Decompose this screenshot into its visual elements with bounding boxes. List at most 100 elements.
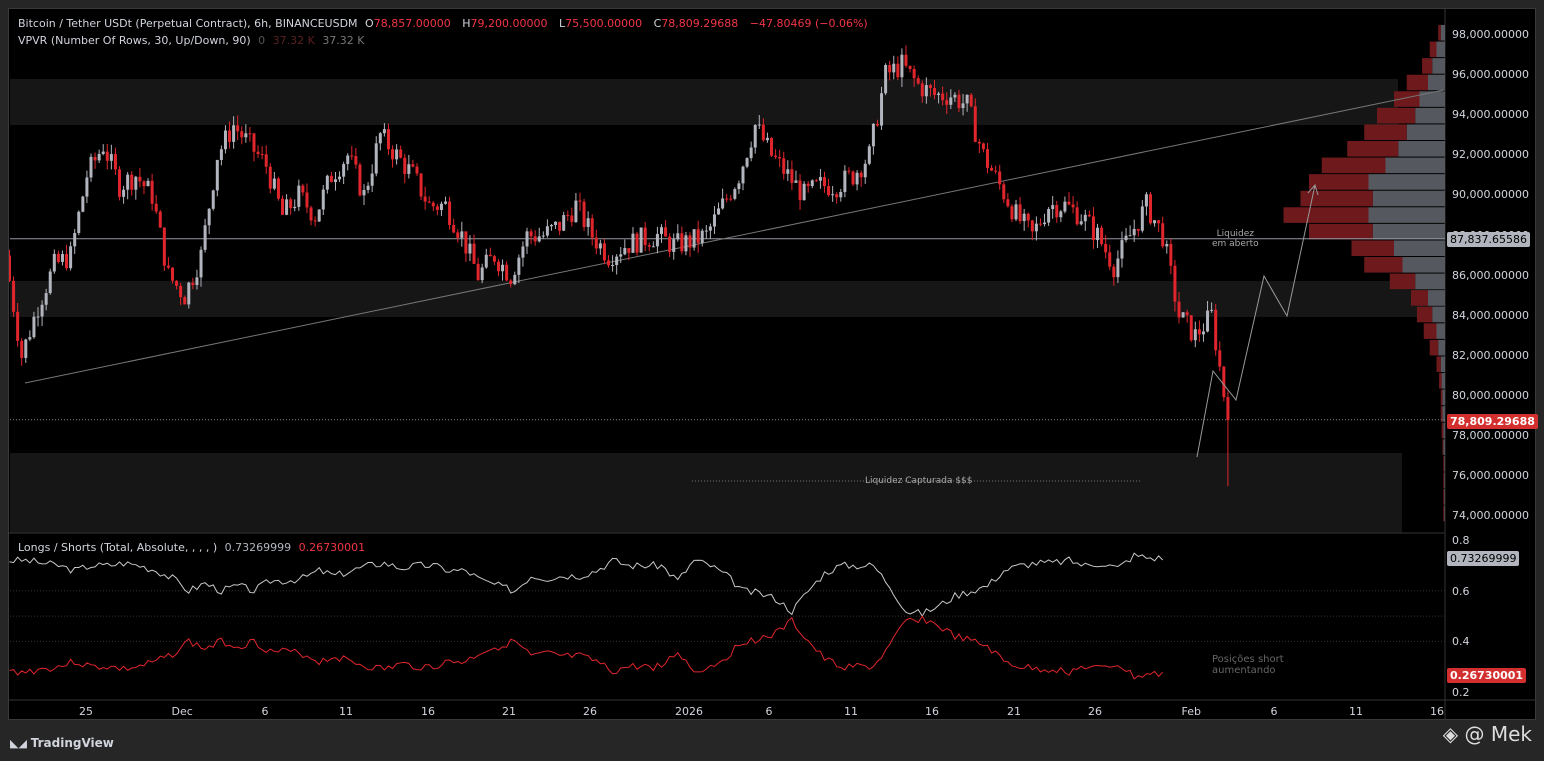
vpvr-down-bar [1309,174,1369,190]
candle-body [1030,220,1034,232]
candle-body [370,173,374,186]
price-tick: 76,000.00000 [1452,469,1529,483]
vpvr-up-bar [1402,257,1445,273]
longs-value: 0.73269999 [224,541,292,554]
candle-body [329,175,333,183]
candle-body [839,192,843,198]
candle-body [1157,220,1161,224]
candle-body [187,282,191,305]
candle-body [386,129,390,150]
candle-body [77,211,81,234]
vpvr-down-bar [1441,422,1444,439]
vpvr-up-bar [1419,91,1445,107]
price-tick: 82,000.00000 [1452,348,1529,362]
candle-body [460,231,464,238]
candle-body [774,155,778,158]
candle-body [435,206,439,211]
candle-body [953,94,957,98]
candle-body [700,230,704,243]
candle-body [928,85,932,89]
candle-body [170,267,174,281]
candle-body [1222,366,1226,398]
candle-body [549,224,553,227]
candle-body [941,93,945,101]
candle-body [452,224,456,233]
candle-body [1014,204,1018,220]
candle-body [268,166,272,189]
candle-body [492,256,496,262]
vpvr-down-bar [1438,24,1441,41]
candle-body [541,235,545,237]
candle-body [126,174,130,190]
candle-body [16,311,20,341]
candle-body [513,274,517,285]
candle-body [484,254,488,268]
candle-body [1206,310,1210,332]
candle-body [350,155,354,157]
vpvr-title[interactable]: VPVR (Number Of Rows, 30, Up/Down, 90) [18,34,251,47]
candle-body [183,297,187,305]
candle-body [48,271,52,294]
candle-body [937,93,941,96]
candle-body [517,257,521,275]
vpvr-up-bar [1444,489,1445,505]
candle-body [122,189,126,197]
candle-body [146,180,150,187]
symbol-title[interactable]: Bitcoin / Tether USDt (Perpetual Contrac… [18,17,358,30]
candle-body [264,154,268,167]
candle-body [1043,222,1047,225]
chart-panel[interactable] [8,8,1537,721]
candle-body [1006,199,1010,207]
vpvr-up-bar [1372,223,1445,240]
candle-body [1055,205,1059,218]
indicator-tick: 0.4 [1452,635,1470,649]
candle-body [847,170,851,172]
vpvr-down-bar [1436,356,1441,373]
price-tick: 80,000.00000 [1452,388,1529,402]
vpvr-down-bar [1411,290,1428,306]
vpvr-up-bar [1432,58,1445,74]
vpvr-up-bar [1443,439,1445,455]
candle-body [65,253,69,269]
candle-body [1144,194,1148,207]
time-tick: 2026 [675,705,703,718]
open-value: 78,857.00000 [373,17,451,30]
candle-body [1108,252,1112,267]
chart-canvas[interactable] [9,9,1537,721]
candle-body [790,169,794,183]
vpvr-up-bar [1444,455,1445,472]
candle-body [831,194,835,196]
candle-body [933,88,937,96]
candle-body [289,199,293,209]
candle-body [957,94,961,109]
candle-body [317,209,321,222]
candle-body [191,282,195,286]
candle-body [199,249,203,278]
resistance-zone [10,79,1398,125]
indicator-title[interactable]: Longs / Shorts (Total, Absolute, , , , ) [18,541,217,554]
candle-body [973,106,977,142]
vpvr-up-bar [1415,107,1445,124]
candle-body [537,236,541,242]
price-tick: 78,000.00000 [1452,429,1529,442]
candle-body [594,237,598,249]
candle-body [623,248,627,255]
candle-body [586,218,590,227]
candle-body [822,177,826,187]
price-tick: 92,000.00000 [1452,148,1529,162]
candle-body [733,189,737,199]
candle-body [97,153,101,161]
candle-body [118,169,122,197]
candle-body [85,177,89,197]
vpvr-up-bar [1443,422,1445,439]
candle-body [44,293,48,305]
candle-body [501,264,505,272]
candle-body [1181,312,1185,318]
vpvr-down-bar [1429,41,1437,58]
candle-body [60,253,64,262]
candle-body [1079,221,1083,225]
candle-body [1153,220,1157,224]
vpvr-down-bar [1389,273,1416,290]
candle-body [554,221,558,225]
tradingview-logo[interactable]: ◣◢ TradingView [10,736,114,750]
